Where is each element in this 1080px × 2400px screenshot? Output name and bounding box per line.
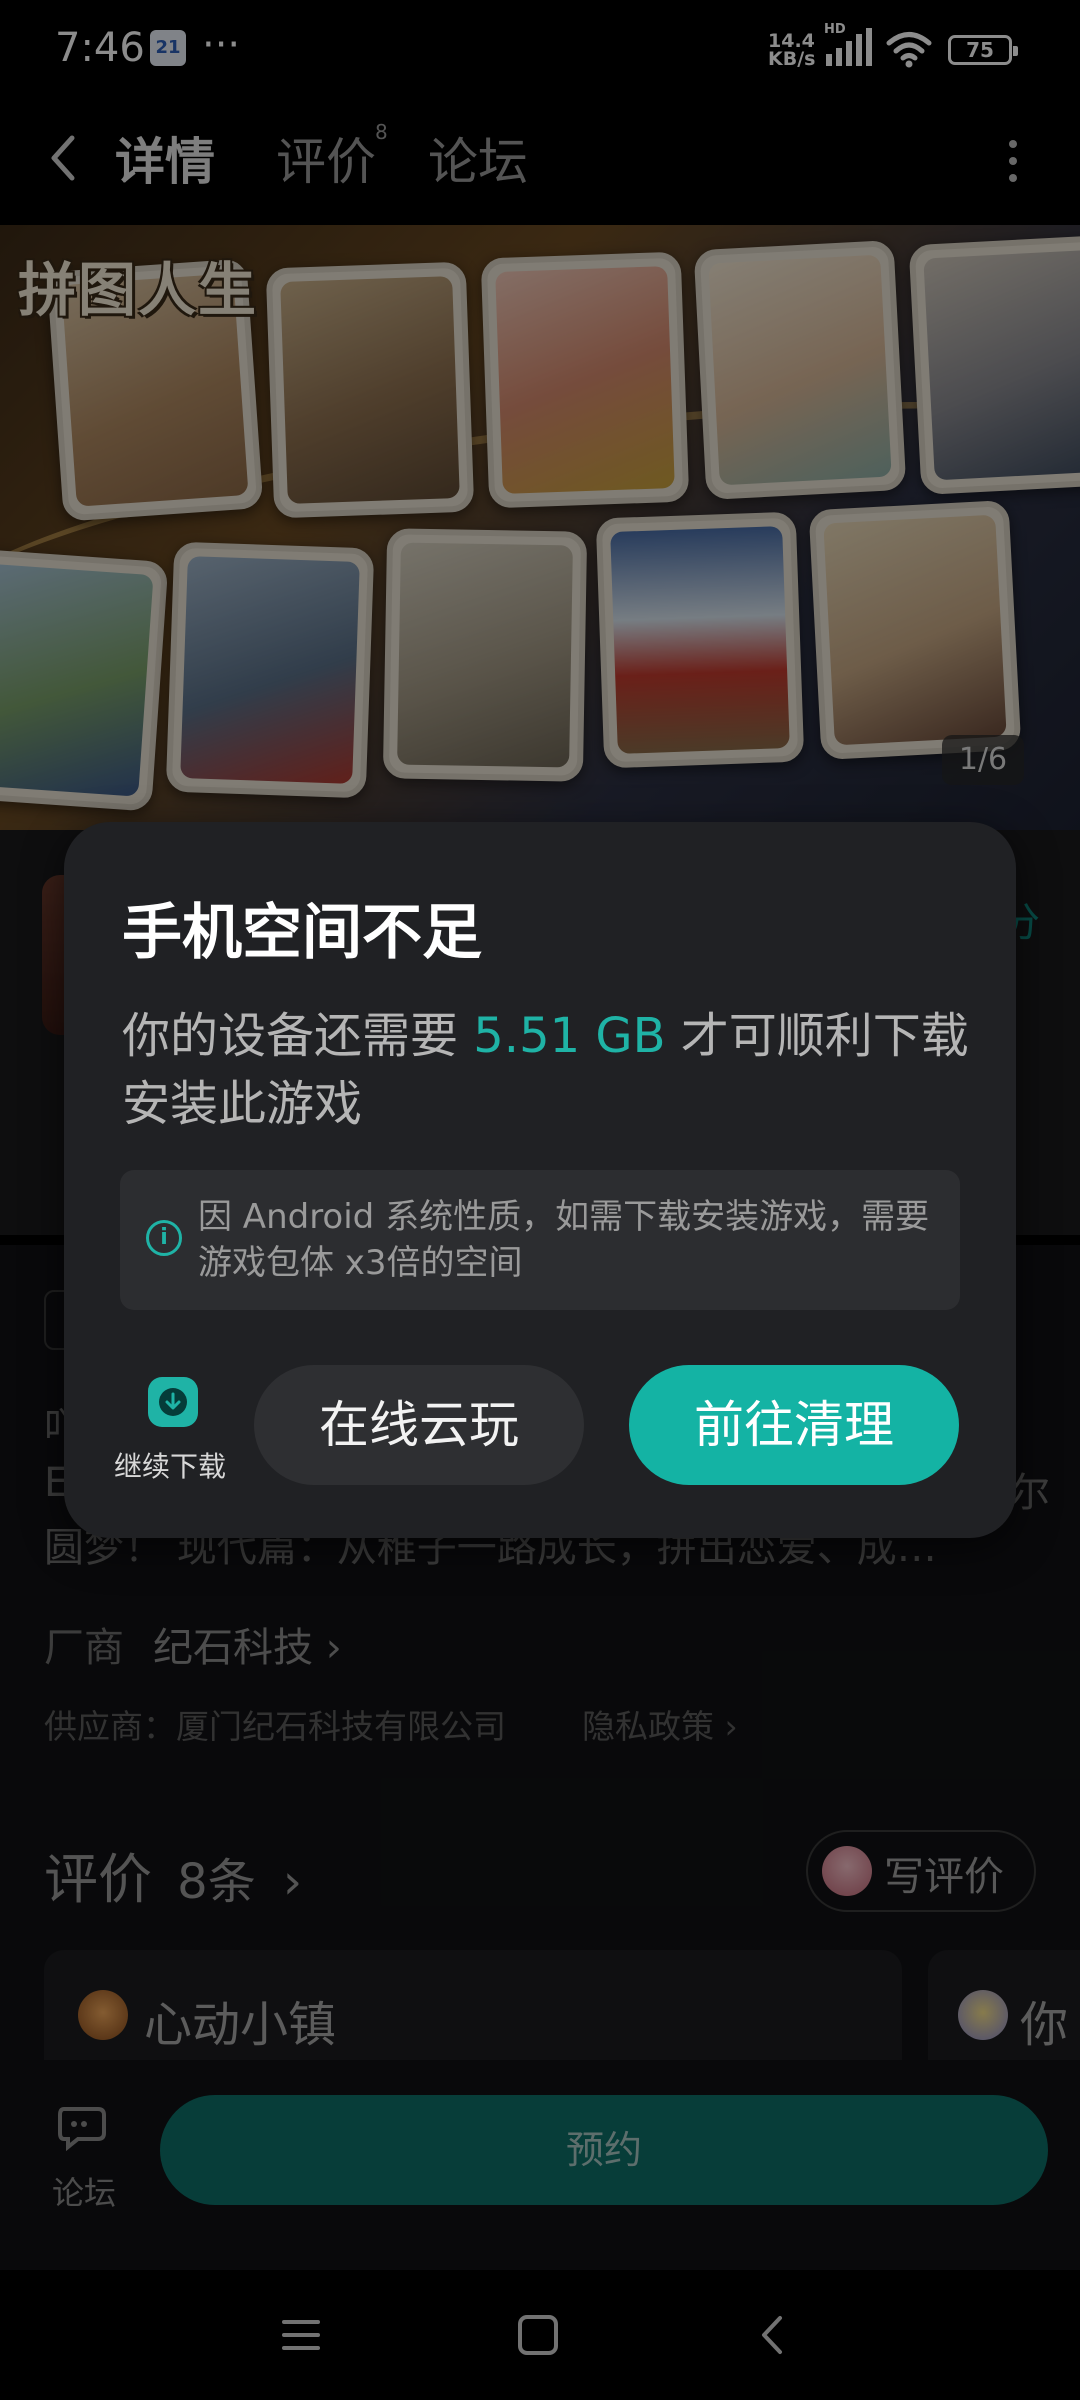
app-root: 7:46 21 ··· 14.4 KB/s HD 75 详情 评价 8 论坛 拼… [0,0,1080,2400]
cloud-play-button[interactable]: 在线云玩 [254,1365,584,1485]
info-icon: i [146,1220,182,1256]
download-icon [148,1377,198,1427]
storage-info-text: 因 Android 系统性质，如需下载安装游戏，需要游戏包体 x3倍的空间 [198,1197,930,1283]
required-space-amount: 5.51 GB [473,1008,666,1064]
insufficient-storage-dialog: 手机空间不足 你的设备还需要 5.51 GB 才可顺利下载安装此游戏 i 因 A… [64,822,1016,1538]
storage-info-note: i 因 Android 系统性质，如需下载安装游戏，需要游戏包体 x3倍的空间 [120,1170,960,1310]
continue-download-button[interactable]: 继续下载 [114,1377,239,1487]
continue-download-label: 继续下载 [114,1450,227,1483]
dialog-message-prefix: 你的设备还需要 [122,1008,474,1064]
go-clean-button[interactable]: 前往清理 [629,1365,959,1485]
dialog-message: 你的设备还需要 5.51 GB 才可顺利下载安装此游戏 [122,1002,972,1138]
dialog-title: 手机空间不足 [122,898,482,968]
